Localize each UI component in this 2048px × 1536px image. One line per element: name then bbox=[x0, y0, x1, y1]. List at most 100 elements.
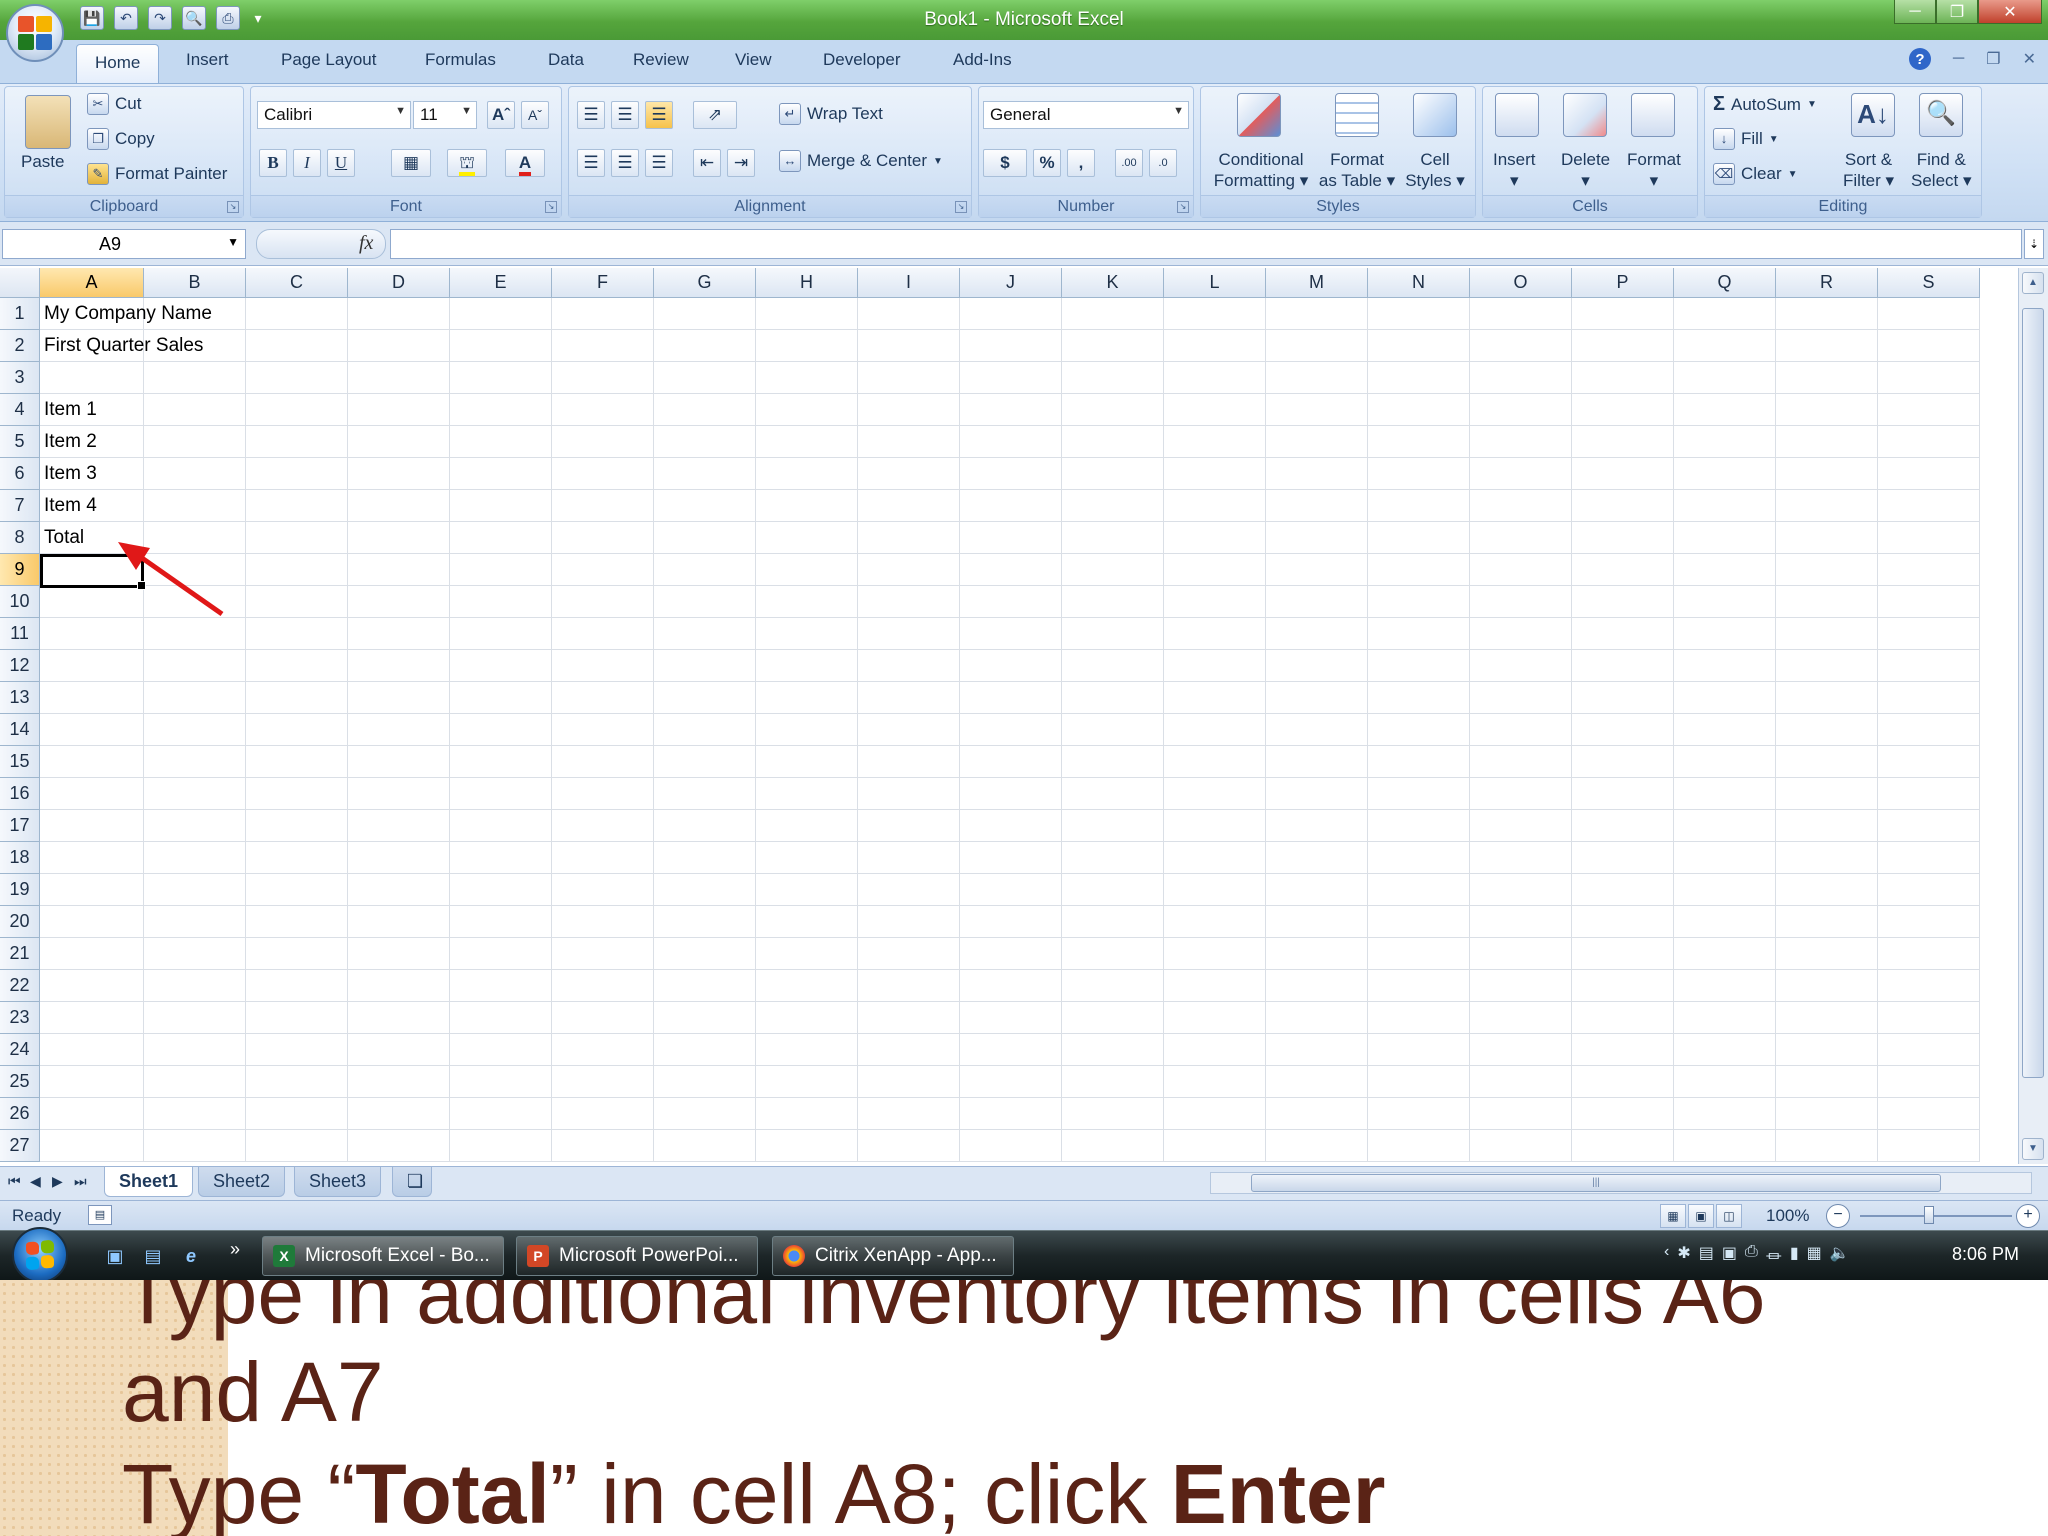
cell-f16[interactable] bbox=[552, 778, 654, 810]
cell-p3[interactable] bbox=[1572, 362, 1674, 394]
paste-button[interactable]: Paste bbox=[21, 151, 64, 172]
cell-s9[interactable] bbox=[1878, 554, 1980, 586]
sheet-tab-1[interactable]: Sheet1 bbox=[104, 1167, 194, 1197]
cell-n23[interactable] bbox=[1368, 1002, 1470, 1034]
cell-k8[interactable] bbox=[1062, 522, 1164, 554]
insert-function-button[interactable]: fx bbox=[256, 229, 386, 259]
cell-m26[interactable] bbox=[1266, 1098, 1368, 1130]
zoom-slider-thumb[interactable] bbox=[1924, 1206, 1934, 1224]
number-format-select[interactable]: General ▼ bbox=[983, 101, 1189, 129]
insert-cells-button[interactable]: Insert ▾ bbox=[1493, 149, 1536, 191]
cell-g7[interactable] bbox=[654, 490, 756, 522]
cell-s12[interactable] bbox=[1878, 650, 1980, 682]
cell-m14[interactable] bbox=[1266, 714, 1368, 746]
cell-n27[interactable] bbox=[1368, 1130, 1470, 1162]
cell-p10[interactable] bbox=[1572, 586, 1674, 618]
cell-r12[interactable] bbox=[1776, 650, 1878, 682]
network-icon[interactable]: ▤ bbox=[1699, 1243, 1714, 1267]
cell-f4[interactable] bbox=[552, 394, 654, 426]
taskbar-clock[interactable]: 8:06 PM bbox=[1952, 1244, 2019, 1265]
delete-cells-button[interactable]: Delete ▾ bbox=[1561, 149, 1610, 191]
cell-k7[interactable] bbox=[1062, 490, 1164, 522]
cell-p11[interactable] bbox=[1572, 618, 1674, 650]
fill-button[interactable]: ↓ Fill ▼ bbox=[1713, 128, 1779, 150]
column-header-f[interactable]: F bbox=[552, 268, 654, 298]
cell-d16[interactable] bbox=[348, 778, 450, 810]
cell-p26[interactable] bbox=[1572, 1098, 1674, 1130]
percent-button[interactable]: % bbox=[1033, 149, 1061, 177]
cell-p14[interactable] bbox=[1572, 714, 1674, 746]
cell-d1[interactable] bbox=[348, 298, 450, 330]
cell-g25[interactable] bbox=[654, 1066, 756, 1098]
font-name-select[interactable]: Calibri ▼ bbox=[257, 101, 411, 129]
cell-h9[interactable] bbox=[756, 554, 858, 586]
row-header-18[interactable]: 18 bbox=[0, 842, 40, 874]
cell-a15[interactable] bbox=[40, 746, 144, 778]
cell-k16[interactable] bbox=[1062, 778, 1164, 810]
cell-j14[interactable] bbox=[960, 714, 1062, 746]
row-header-14[interactable]: 14 bbox=[0, 714, 40, 746]
cell-i27[interactable] bbox=[858, 1130, 960, 1162]
cell-e25[interactable] bbox=[450, 1066, 552, 1098]
cell-i18[interactable] bbox=[858, 842, 960, 874]
tab-home[interactable]: Home bbox=[76, 44, 160, 83]
sort-filter-button[interactable]: Sort & Filter ▾ bbox=[1843, 149, 1894, 191]
cell-f22[interactable] bbox=[552, 970, 654, 1002]
cell-f14[interactable] bbox=[552, 714, 654, 746]
cell-p23[interactable] bbox=[1572, 1002, 1674, 1034]
row-header-6[interactable]: 6 bbox=[0, 458, 40, 490]
cell-c23[interactable] bbox=[246, 1002, 348, 1034]
cell-p20[interactable] bbox=[1572, 906, 1674, 938]
row-header-11[interactable]: 11 bbox=[0, 618, 40, 650]
cell-f6[interactable] bbox=[552, 458, 654, 490]
column-header-r[interactable]: R bbox=[1776, 268, 1878, 298]
column-header-m[interactable]: M bbox=[1266, 268, 1368, 298]
cell-l22[interactable] bbox=[1164, 970, 1266, 1002]
cell-l7[interactable] bbox=[1164, 490, 1266, 522]
cell-j4[interactable] bbox=[960, 394, 1062, 426]
cell-m23[interactable] bbox=[1266, 1002, 1368, 1034]
formula-input[interactable] bbox=[390, 229, 2022, 259]
cell-m18[interactable] bbox=[1266, 842, 1368, 874]
cell-h1[interactable] bbox=[756, 298, 858, 330]
column-header-s[interactable]: S bbox=[1878, 268, 1980, 298]
cell-m25[interactable] bbox=[1266, 1066, 1368, 1098]
cell-n14[interactable] bbox=[1368, 714, 1470, 746]
cell-g24[interactable] bbox=[654, 1034, 756, 1066]
cell-q1[interactable] bbox=[1674, 298, 1776, 330]
cell-c22[interactable] bbox=[246, 970, 348, 1002]
cell-b12[interactable] bbox=[144, 650, 246, 682]
cell-h2[interactable] bbox=[756, 330, 858, 362]
cell-l23[interactable] bbox=[1164, 1002, 1266, 1034]
cell-o8[interactable] bbox=[1470, 522, 1572, 554]
cell-e27[interactable] bbox=[450, 1130, 552, 1162]
cell-e2[interactable] bbox=[450, 330, 552, 362]
cell-j26[interactable] bbox=[960, 1098, 1062, 1130]
cell-n12[interactable] bbox=[1368, 650, 1470, 682]
tab-formulas[interactable]: Formulas bbox=[425, 50, 496, 70]
cell-r5[interactable] bbox=[1776, 426, 1878, 458]
row-header-10[interactable]: 10 bbox=[0, 586, 40, 618]
zoom-in-icon[interactable]: + bbox=[2016, 1204, 2040, 1228]
cell-m17[interactable] bbox=[1266, 810, 1368, 842]
cell-n18[interactable] bbox=[1368, 842, 1470, 874]
column-header-k[interactable]: K bbox=[1062, 268, 1164, 298]
cell-r2[interactable] bbox=[1776, 330, 1878, 362]
column-header-o[interactable]: O bbox=[1470, 268, 1572, 298]
cell-p1[interactable] bbox=[1572, 298, 1674, 330]
cell-q9[interactable] bbox=[1674, 554, 1776, 586]
cell-r18[interactable] bbox=[1776, 842, 1878, 874]
cell-o11[interactable] bbox=[1470, 618, 1572, 650]
cell-q24[interactable] bbox=[1674, 1034, 1776, 1066]
cell-l10[interactable] bbox=[1164, 586, 1266, 618]
currency-button[interactable]: $ bbox=[983, 149, 1027, 177]
row-header-4[interactable]: 4 bbox=[0, 394, 40, 426]
cell-m2[interactable] bbox=[1266, 330, 1368, 362]
cell-o25[interactable] bbox=[1470, 1066, 1572, 1098]
cell-a8[interactable]: Total bbox=[40, 522, 144, 554]
cell-p2[interactable] bbox=[1572, 330, 1674, 362]
cell-r20[interactable] bbox=[1776, 906, 1878, 938]
cell-b9[interactable] bbox=[144, 554, 246, 586]
cell-o27[interactable] bbox=[1470, 1130, 1572, 1162]
cell-k25[interactable] bbox=[1062, 1066, 1164, 1098]
